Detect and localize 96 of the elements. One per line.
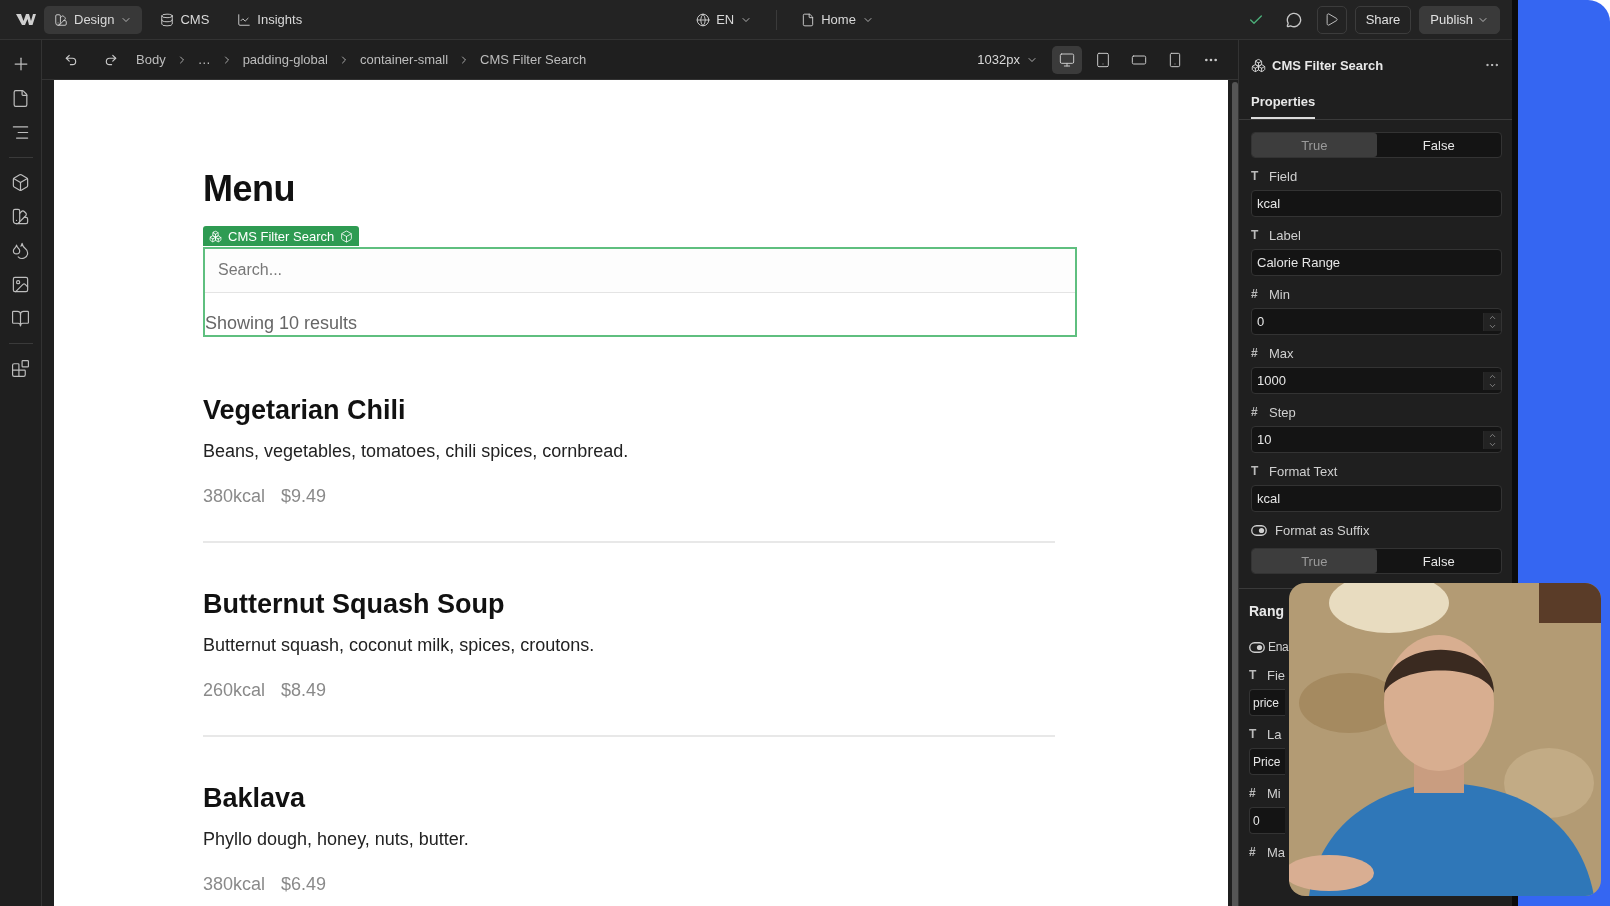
page-heading: Menu: [203, 168, 296, 210]
property-label: Label: [1269, 227, 1301, 243]
page-dropdown[interactable]: Home: [793, 5, 882, 34]
book-icon: [11, 309, 30, 328]
mode-tab[interactable]: CMS: [150, 5, 220, 34]
viewport-width-dropdown[interactable]: 1032px: [969, 45, 1046, 74]
toggle-icon: [1249, 641, 1265, 653]
property-field[interactable]: Calorie Range: [1251, 249, 1502, 276]
apps-icon: [11, 359, 30, 378]
item-description: Butternut squash, coconut milk, spices, croutons.: [203, 634, 596, 656]
segment-option[interactable]: False: [1376, 133, 1501, 157]
item-price: $8.49: [281, 679, 327, 701]
logo-icon: [16, 13, 36, 26]
item-price: $9.49: [281, 485, 327, 507]
breadcrumb-item[interactable]: padding-global: [242, 52, 328, 67]
item-price: $6.49: [281, 873, 327, 895]
type-glyph: T: [1251, 169, 1260, 183]
property-label: Mi: [1267, 785, 1281, 801]
item-title: Butternut Squash Soup: [203, 588, 506, 620]
element-name: CMS Filter Search: [228, 228, 335, 244]
property-label: Min: [1269, 286, 1290, 302]
property-field[interactable]: 10: [1251, 426, 1502, 453]
stepper-icon[interactable]: [1483, 312, 1501, 331]
publish-button[interactable]: Publish: [1419, 5, 1500, 34]
brush-icon: [54, 12, 68, 27]
component-icon: [209, 229, 222, 243]
mode-tab[interactable]: Insights: [227, 5, 313, 34]
component-icon: [340, 229, 354, 243]
section-heading: Rang: [1249, 603, 1285, 619]
selected-element-tag[interactable]: CMS Filter Search: [203, 226, 360, 246]
toggle-icon: [1251, 524, 1267, 536]
selected-filter-element[interactable]: Search... Showing 10 results: [203, 246, 1077, 337]
assets-icon: [11, 275, 30, 294]
type-glyph: #: [1249, 786, 1257, 800]
property-field[interactable]: price: [1249, 689, 1285, 716]
property-label: Step: [1269, 404, 1296, 420]
item-title: Baklava: [203, 782, 307, 814]
type-glyph: T: [1251, 228, 1260, 242]
breadcrumb-item[interactable]: container-small: [359, 52, 449, 67]
property-label: Max: [1269, 345, 1294, 361]
property-label: Field: [1269, 168, 1298, 184]
type-glyph: #: [1251, 287, 1259, 301]
results-count: Showing 10 results: [205, 312, 359, 335]
segment-option[interactable]: False: [1376, 549, 1501, 573]
breadcrumb-item[interactable]: Body: [136, 52, 166, 67]
chart-icon: [237, 12, 252, 27]
item-calories: 380kcal: [203, 873, 266, 895]
breadcrumb-item[interactable]: CMS Filter Search: [480, 52, 587, 67]
locale-dropdown[interactable]: EN: [688, 5, 761, 34]
tablet-icon: [1095, 51, 1111, 68]
item-title: Vegetarian Chili: [203, 394, 407, 426]
share-button[interactable]: Share: [1354, 5, 1412, 34]
property-field[interactable]: Price: [1249, 748, 1285, 775]
property-field[interactable]: 0: [1251, 308, 1502, 335]
panel-title: CMS Filter Search: [1272, 57, 1385, 73]
property-label: La: [1267, 726, 1282, 742]
segment-option[interactable]: True: [1252, 133, 1377, 157]
type-glyph: T: [1251, 464, 1260, 478]
property-label: Format Text: [1269, 463, 1338, 479]
property-field[interactable]: kcal: [1251, 190, 1502, 217]
property-field[interactable]: kcal: [1251, 485, 1502, 512]
navigator-icon: [11, 123, 30, 142]
page-icon: [801, 12, 816, 27]
property-label: Ma: [1267, 844, 1286, 860]
breakpoint-button[interactable]: [1052, 45, 1082, 74]
item-calories: 260kcal: [203, 679, 266, 701]
phone-icon: [1167, 51, 1183, 68]
item-description: Phyllo dough, honey, nuts, butter.: [203, 828, 470, 850]
type-glyph: #: [1251, 346, 1259, 360]
stepper-icon[interactable]: [1483, 430, 1501, 449]
pages-icon: [11, 89, 30, 108]
type-glyph: #: [1251, 405, 1259, 419]
variables-icon: [11, 241, 30, 260]
mode-tab[interactable]: Design: [44, 5, 143, 34]
item-calories: 380kcal: [203, 485, 266, 507]
property-label: Format as Suffix: [1275, 522, 1370, 538]
stepper-icon[interactable]: [1483, 371, 1501, 390]
breadcrumb-item[interactable]: …: [197, 52, 211, 67]
property-label: Ena: [1268, 640, 1289, 654]
property-field[interactable]: 1000: [1251, 367, 1502, 394]
components-icon: [11, 173, 30, 192]
properties-tab[interactable]: Properties: [1251, 90, 1316, 119]
database-icon: [160, 12, 175, 27]
type-glyph: #: [1249, 845, 1257, 859]
segment-option[interactable]: True: [1252, 549, 1377, 573]
property-label: Fie: [1267, 667, 1286, 683]
play-icon: [1324, 12, 1340, 27]
type-glyph: T: [1249, 668, 1258, 682]
property-field[interactable]: 0: [1249, 807, 1285, 834]
component-icon: [1251, 57, 1266, 73]
preview-button[interactable]: [1316, 5, 1347, 34]
desktop-icon: [1059, 51, 1075, 68]
globe-icon: [696, 12, 711, 27]
item-description: Beans, vegetables, tomatoes, chili spices, cornbread.: [203, 440, 630, 462]
type-glyph: T: [1249, 727, 1258, 741]
swatch-icon: [11, 207, 30, 226]
